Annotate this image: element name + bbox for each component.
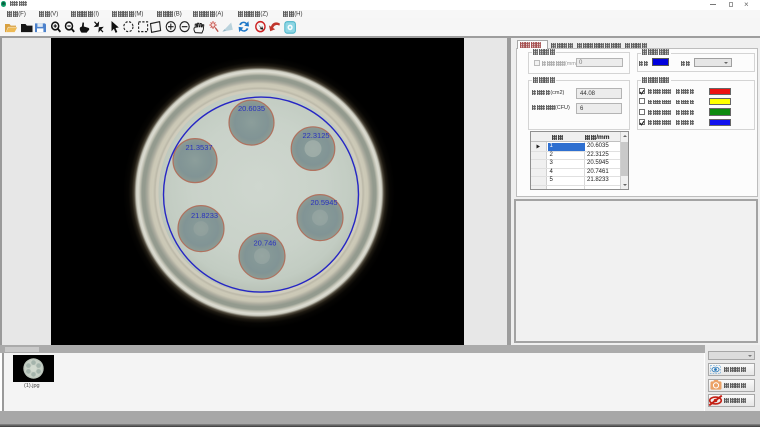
svg-text:20.6035: 20.6035 <box>238 104 265 113</box>
svg-text:22.3125: 22.3125 <box>302 131 329 140</box>
svg-text:21.3537: 21.3537 <box>185 143 212 152</box>
svg-text:20.5945: 20.5945 <box>310 198 337 207</box>
svg-text:20.746: 20.746 <box>254 239 277 248</box>
svg-text:21.8233: 21.8233 <box>191 211 218 220</box>
